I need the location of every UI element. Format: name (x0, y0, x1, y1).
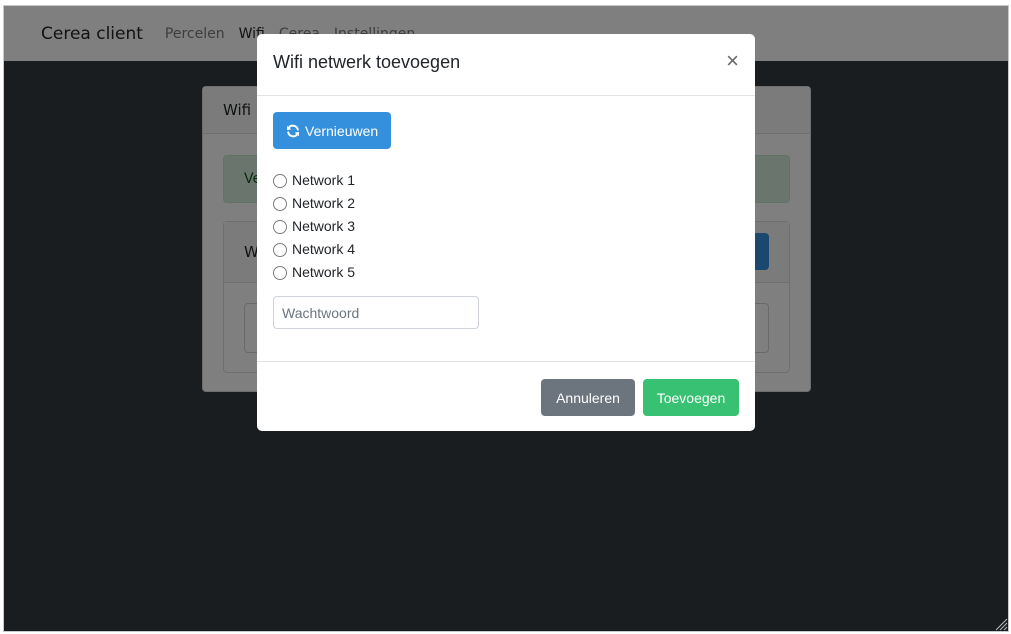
close-icon[interactable]: × (726, 49, 739, 73)
cancel-button[interactable]: Annuleren (541, 379, 635, 416)
modal-title: Wifi netwerk toevoegen (273, 52, 461, 72)
network-list: Network 1 Network 2 Network 3 Network 4 … (273, 168, 355, 283)
modal-footer: Annuleren Toevoegen (257, 361, 755, 431)
radio-button[interactable] (273, 243, 287, 257)
network-option-5[interactable]: Network 5 (273, 260, 355, 283)
add-wifi-modal: Wifi netwerk toevoegen × Vernieuwen Netw… (257, 34, 755, 431)
add-button[interactable]: Toevoegen (643, 379, 739, 416)
radio-button[interactable] (273, 197, 287, 211)
password-input[interactable] (273, 296, 479, 329)
network-option-1[interactable]: Network 1 (273, 168, 355, 191)
modal-header: Wifi netwerk toevoegen × (257, 34, 755, 96)
network-option-4[interactable]: Network 4 (273, 237, 355, 260)
network-option-3[interactable]: Network 3 (273, 214, 355, 237)
radio-button[interactable] (273, 174, 287, 188)
network-option-2[interactable]: Network 2 (273, 191, 355, 214)
radio-button[interactable] (273, 220, 287, 234)
resize-grip-icon[interactable] (994, 617, 1008, 631)
network-label: Network 3 (292, 217, 356, 234)
refresh-icon (287, 124, 299, 137)
radio-button[interactable] (273, 266, 287, 280)
network-label: Network 2 (292, 194, 356, 211)
network-label: Network 1 (292, 171, 356, 188)
refresh-button[interactable]: Vernieuwen (273, 112, 392, 149)
network-label: Network 5 (292, 263, 356, 280)
network-label: Network 4 (292, 240, 356, 257)
refresh-button-label: Vernieuwen (305, 122, 379, 139)
